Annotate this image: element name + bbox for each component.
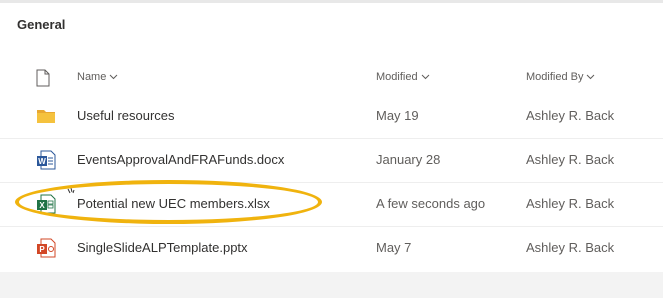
chevron-down-icon <box>421 74 429 80</box>
column-header-modified[interactable]: Modified <box>376 71 430 83</box>
column-header-modified-by[interactable]: Modified By <box>526 71 595 83</box>
svg-text:X: X <box>39 201 45 210</box>
folder-icon <box>37 110 55 123</box>
word-icon: W <box>37 150 56 170</box>
file-row-excel[interactable]: X Potential new UEC members.xlsx A few s… <box>0 182 663 227</box>
file-modified-by: Ashley R. Back <box>526 152 615 167</box>
chevron-down-icon <box>109 74 118 80</box>
file-name[interactable]: Potential new UEC members.xlsx <box>77 196 270 211</box>
column-header-row: Name Modified Modified By <box>0 60 663 94</box>
powerpoint-icon: P <box>37 238 56 258</box>
document-library: General Name Modified Modified By Useful… <box>0 0 663 272</box>
file-row-powerpoint[interactable]: P SingleSlideALPTemplate.pptx May 7 Ashl… <box>0 226 663 270</box>
file-modified-by: Ashley R. Back <box>526 196 615 211</box>
file-modified-by: Ashley R. Back <box>526 108 615 123</box>
column-header-name[interactable]: Name <box>77 71 118 83</box>
file-name[interactable]: Useful resources <box>77 108 175 123</box>
column-header-modified-by-label: Modified By <box>526 71 584 83</box>
column-header-modified-label: Modified <box>376 71 418 83</box>
file-modified: A few seconds ago <box>376 196 486 211</box>
file-modified: January 28 <box>376 152 441 167</box>
file-modified-by: Ashley R. Back <box>526 240 615 255</box>
svg-text:W: W <box>38 157 46 166</box>
file-modified: May 7 <box>376 240 412 255</box>
library-title: General <box>17 17 66 32</box>
excel-icon: X <box>37 194 56 214</box>
file-row-word[interactable]: W EventsApprovalAndFRAFunds.docx January… <box>0 138 663 183</box>
file-name[interactable]: SingleSlideALPTemplate.pptx <box>77 240 248 255</box>
column-header-name-label: Name <box>77 71 107 83</box>
svg-text:P: P <box>39 245 45 254</box>
file-type-header-icon[interactable] <box>36 69 50 87</box>
file-name[interactable]: EventsApprovalAndFRAFunds.docx <box>77 152 284 167</box>
chevron-down-icon <box>587 74 595 80</box>
file-row-folder[interactable]: Useful resources May 19 Ashley R. Back <box>0 94 663 139</box>
file-modified: May 19 <box>376 108 419 123</box>
top-divider <box>0 0 663 3</box>
new-item-sparkle-icon <box>67 188 75 194</box>
